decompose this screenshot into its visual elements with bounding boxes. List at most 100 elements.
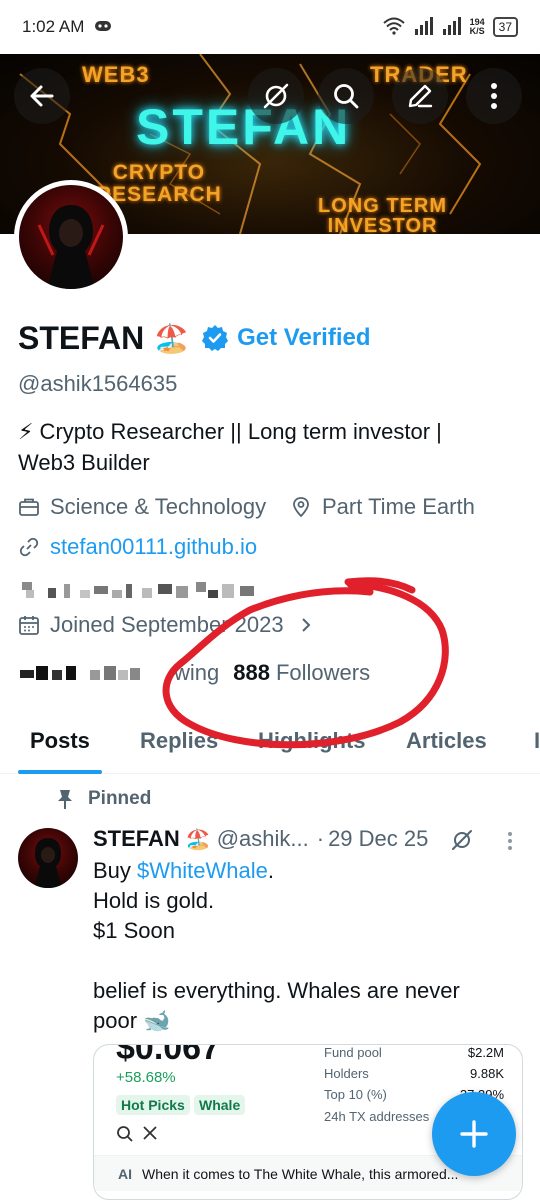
followers-count[interactable]: 888 bbox=[233, 660, 270, 686]
pinned-label: Pinned bbox=[88, 788, 152, 809]
stat-label: Top 10 (%) bbox=[324, 1087, 387, 1102]
profile-bio: ⚡ Crypto Researcher || Long term investo… bbox=[18, 416, 518, 478]
cashtag-link[interactable]: $WhiteWhale bbox=[137, 858, 268, 883]
profile-website[interactable]: stefan00111.github.io bbox=[18, 534, 257, 560]
stat-label: Holders bbox=[324, 1066, 369, 1081]
back-button[interactable] bbox=[14, 68, 70, 124]
profile-avatar[interactable] bbox=[14, 180, 128, 294]
profile-name: STEFAN bbox=[18, 319, 145, 356]
profile-joined: Joined September 2023 bbox=[18, 612, 316, 638]
joined-label: Joined September 2023 bbox=[50, 612, 284, 637]
pin-icon bbox=[58, 790, 72, 809]
more-vertical-icon bbox=[491, 83, 497, 109]
location-pin-icon bbox=[293, 497, 309, 518]
x-logo-icon bbox=[143, 1126, 157, 1140]
token-change: +58.68% bbox=[116, 1069, 176, 1086]
post-more-button[interactable] bbox=[500, 830, 520, 857]
followers-label[interactable]: Followers bbox=[276, 660, 370, 686]
location-label: Part Time Earth bbox=[322, 494, 475, 519]
token-price: $0.067 bbox=[116, 1044, 220, 1067]
grok-button[interactable] bbox=[248, 68, 304, 124]
search-button[interactable] bbox=[318, 68, 374, 124]
stat-row: Fund pool $2.2M bbox=[324, 1045, 504, 1060]
post-header: STEFAN 🏖️ @ashik... · 29 Dec 25 bbox=[93, 826, 428, 852]
network-speed: 194 K/S bbox=[470, 18, 485, 36]
post-line-2: Hold is gold. bbox=[93, 888, 215, 913]
tab-overflow[interactable]: I bbox=[534, 728, 540, 754]
more-options-button[interactable] bbox=[466, 68, 522, 124]
follow-stats: wing 888 Followers bbox=[18, 660, 370, 686]
website-link[interactable]: stefan00111.github.io bbox=[50, 534, 257, 560]
beach-umbrella-emoji: 🏖️ bbox=[154, 322, 190, 354]
bio-line-2: Web3 Builder bbox=[18, 450, 150, 475]
hooded-figure-image bbox=[34, 838, 62, 888]
signal-icon-2 bbox=[442, 16, 462, 38]
post-author-handle[interactable]: @ashik... bbox=[217, 826, 309, 852]
search-icon bbox=[334, 84, 359, 109]
card-icons bbox=[116, 1125, 158, 1143]
stat-row: Holders 9.88K bbox=[324, 1066, 504, 1081]
post-grok-button[interactable] bbox=[450, 828, 474, 857]
gamepad-icon bbox=[94, 19, 112, 36]
compose-button[interactable] bbox=[432, 1092, 516, 1176]
tag-whale: Whale bbox=[194, 1095, 246, 1115]
post-author-avatar[interactable] bbox=[18, 828, 78, 888]
grok-icon bbox=[263, 83, 289, 109]
tab-highlights[interactable]: Highlights bbox=[258, 728, 366, 754]
tab-articles[interactable]: Articles bbox=[406, 728, 487, 754]
edit-button[interactable] bbox=[392, 68, 448, 124]
arrow-left-icon bbox=[30, 85, 54, 107]
ai-summary-text: When it comes to The White Whale, this a… bbox=[142, 1165, 459, 1182]
chevron-right-icon[interactable] bbox=[296, 615, 316, 635]
stat-value: 9.88K bbox=[470, 1066, 504, 1081]
banner-text-name: STEFAN bbox=[136, 99, 352, 155]
wifi-icon bbox=[382, 17, 406, 38]
grok-icon bbox=[452, 830, 472, 850]
post-line-1-suffix: . bbox=[267, 858, 274, 883]
status-time: 1:02 AM bbox=[22, 17, 85, 36]
pencil-icon bbox=[408, 84, 433, 108]
get-verified-link[interactable]: Get Verified bbox=[237, 324, 370, 352]
category-label: Science & Technology bbox=[50, 494, 267, 519]
tag-hot-picks: Hot Picks bbox=[116, 1095, 190, 1115]
profile-handle: @ashik1564635 bbox=[18, 371, 178, 396]
stat-label: 24h TX addresses bbox=[324, 1109, 430, 1124]
profile-tabs: Posts Replies Highlights Articles I bbox=[0, 716, 540, 774]
network-speed-unit: K/S bbox=[469, 26, 485, 36]
ai-label: AI bbox=[118, 1165, 132, 1182]
active-tab-indicator bbox=[18, 770, 102, 774]
briefcase-icon bbox=[19, 498, 39, 516]
profile-location: Part Time Earth bbox=[290, 494, 475, 520]
banner-text-crypto-line1: CRYPTO bbox=[112, 161, 206, 184]
stat-value: $2.2M bbox=[467, 1045, 504, 1060]
redacted-birthdate bbox=[22, 582, 254, 598]
following-label[interactable]: wing bbox=[174, 660, 219, 686]
more-vertical-icon bbox=[508, 832, 512, 850]
pinned-indicator: Pinned bbox=[56, 788, 151, 810]
profile-category: Science & Technology bbox=[18, 494, 266, 520]
post-date[interactable]: 29 Dec 25 bbox=[328, 826, 428, 852]
post-line-4: belief is everything. Whales are never bbox=[93, 978, 460, 1003]
profile-name-row: STEFAN 🏖️ Get Verified bbox=[18, 316, 371, 360]
post-body: Buy $WhiteWhale. Hold is gold. $1 Soon b… bbox=[93, 856, 513, 1036]
search-icon bbox=[117, 1126, 133, 1142]
link-icon bbox=[19, 537, 39, 557]
tab-posts[interactable]: Posts bbox=[30, 728, 90, 754]
post-line-1-prefix: Buy bbox=[93, 858, 138, 883]
plus-icon bbox=[460, 1120, 488, 1148]
post-separator: · bbox=[316, 826, 325, 851]
signal-icon bbox=[414, 16, 434, 38]
post-author-name[interactable]: STEFAN bbox=[93, 826, 180, 852]
hooded-figure-image bbox=[37, 205, 105, 289]
banner-text-crypto: CRYPTO RESEARCH bbox=[96, 162, 222, 206]
banner-text-web3: WEB3 bbox=[82, 62, 150, 87]
tab-replies[interactable]: Replies bbox=[140, 728, 218, 754]
beach-umbrella-emoji: 🏖️ bbox=[185, 828, 211, 851]
post-line-3: $1 Soon bbox=[93, 918, 175, 943]
banner-text-longterm: LONG TERM INVESTOR bbox=[318, 196, 447, 234]
redacted-following-count bbox=[20, 666, 140, 680]
bio-line-1: ⚡ Crypto Researcher || Long term investo… bbox=[18, 419, 442, 444]
banner-text-longterm-line1: LONG TERM bbox=[318, 195, 447, 217]
post-line-5: poor 🐋 bbox=[93, 1008, 171, 1033]
calendar-icon bbox=[19, 616, 39, 635]
